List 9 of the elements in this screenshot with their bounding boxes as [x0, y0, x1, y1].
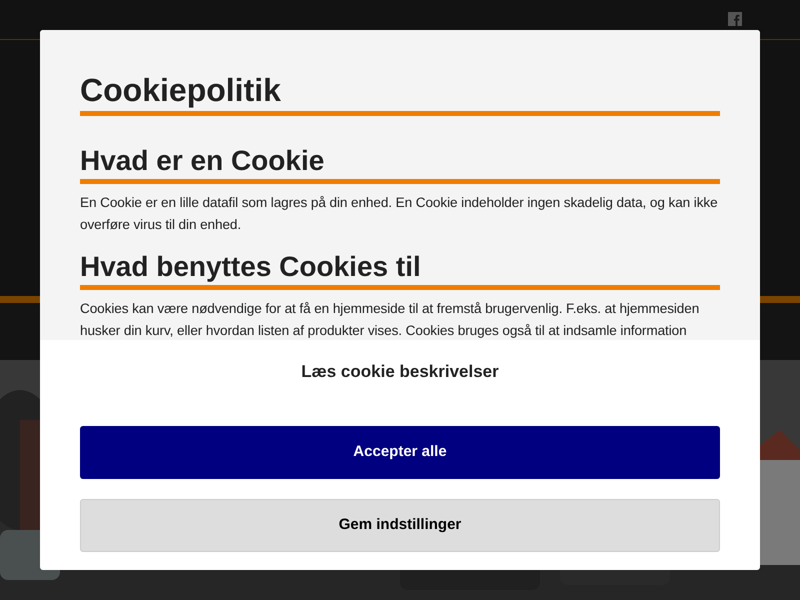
dialog-title: Cookiepolitik: [80, 70, 720, 116]
accept-all-button[interactable]: Accepter alle: [80, 426, 720, 479]
facebook-icon[interactable]: [728, 12, 742, 26]
section-text: En Cookie er en lille datafil som lagres på din enhed. En Cookie indeholder ingen skadelig data, og kan ikke overføre virus til din enhed.: [80, 194, 719, 234]
cookie-descriptions-link[interactable]: Læs cookie beskrivelser: [301, 361, 499, 383]
section-heading: Hvad benyttes Cookies til: [80, 250, 720, 290]
save-settings-button[interactable]: Gem indstillinger: [80, 499, 720, 552]
section-text: Cookies kan være nødvendige for at få en hjemmeside til at fremstå brugervenlig. F.eks. at hjemmesiden husker din kurv, eller hvordan listen af produkter vises. Cookies bruges også til at indsamle information: [80, 300, 700, 340]
section-heading: Hvad er en Cookie: [80, 144, 720, 184]
